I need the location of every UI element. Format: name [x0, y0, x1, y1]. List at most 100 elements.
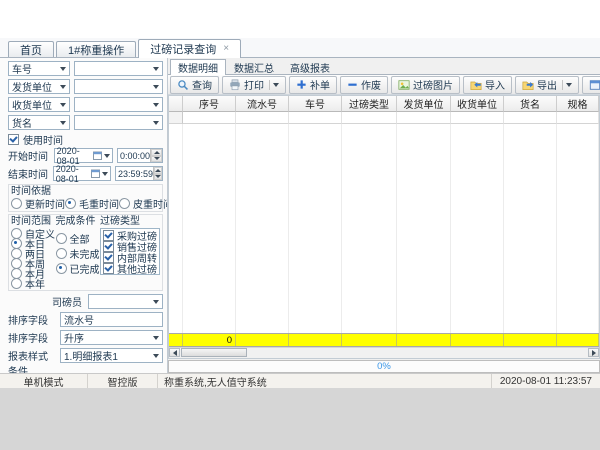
condition-section-title: 条件 — [8, 367, 163, 373]
receiver-field-selector[interactable]: 收货单位 — [8, 97, 70, 112]
vehicle-field-label: 车号 — [12, 61, 32, 76]
query-button[interactable]: 查询 — [170, 76, 219, 94]
app-frame: 首页 1#称重操作 过磅记录查询 × 车号 — [0, 38, 600, 388]
tab-data-summary[interactable]: 数据汇总 — [226, 60, 282, 74]
end-time-value: 23:59:59 — [116, 169, 153, 179]
start-time-label: 开始时间 — [8, 148, 54, 163]
radio-gross-time[interactable]: 毛重时间 — [65, 196, 119, 211]
grid-body-area — [169, 124, 599, 333]
tab-home[interactable]: 首页 — [8, 41, 54, 57]
sort-order-label: 排序字段 — [8, 330, 60, 345]
column-header-serial[interactable]: 流水号 — [236, 96, 289, 112]
grid-summary-row: 0 — [169, 333, 599, 347]
column-header-weigh-type[interactable]: 过磅类型 — [342, 96, 397, 112]
spinner-buttons — [150, 149, 162, 162]
radio-tare-time[interactable]: 皮重时间 — [119, 196, 168, 211]
sort-order-row: 排序字段 升序 — [8, 330, 163, 345]
use-time-checkbox[interactable] — [8, 134, 19, 145]
horizontal-scrollbar[interactable] — [169, 347, 599, 358]
scrollbar-thumb[interactable] — [181, 348, 247, 357]
column-header-spec[interactable]: 规格 — [557, 96, 599, 112]
weighing-app-window: 首页 1#称重操作 过磅记录查询 × 车号 — [0, 0, 600, 450]
spin-down-button[interactable] — [151, 156, 162, 163]
shipper-value-combo[interactable] — [74, 79, 163, 94]
shipper-field-selector[interactable]: 发货单位 — [8, 79, 70, 94]
column-header-goods[interactable]: 货名 — [504, 96, 557, 112]
sort-field-input[interactable]: 流水号 — [60, 312, 163, 327]
column-header-seq[interactable]: 序号 — [183, 96, 236, 112]
sort-field-value: 流水号 — [64, 312, 94, 327]
import-button[interactable]: 导入 — [463, 76, 512, 94]
plus-icon — [296, 79, 307, 90]
void-button[interactable]: 作废 — [340, 76, 388, 94]
start-date-value: 2020-08-01 — [57, 146, 91, 166]
radio-completion-all[interactable]: 全部 — [56, 233, 101, 243]
export-button[interactable]: 导出 — [515, 76, 579, 94]
start-date-picker[interactable]: 2020-08-01 — [54, 148, 113, 163]
chevron-down-icon — [153, 85, 159, 89]
dropdown-arrow-icon[interactable] — [273, 83, 279, 87]
end-date-picker[interactable]: 2020-08-01 — [53, 166, 111, 181]
grid-empty-row[interactable] — [169, 112, 599, 124]
range-completion-type-group: 时间范围 自定义 本日 两日 — [8, 214, 163, 291]
print-button[interactable]: 打印 — [222, 76, 286, 94]
end-date-value: 2020-08-01 — [56, 164, 89, 184]
checkbox-checked-icon — [103, 252, 114, 263]
settings-button[interactable]: 设置 — [582, 76, 600, 94]
chevron-down-icon — [60, 103, 66, 107]
grid-header-row: 序号 流水号 车号 过磅类型 发货单位 收货单位 货名 规格 — [169, 96, 599, 112]
completion-title: 完成条件 — [56, 216, 101, 227]
tab-close-icon[interactable]: × — [223, 44, 229, 54]
goods-field-selector[interactable]: 货名 — [8, 115, 70, 130]
column-header-receiver[interactable]: 收货单位 — [451, 96, 504, 112]
vehicle-filter-row: 车号 — [8, 61, 163, 76]
tab-weigh-operation[interactable]: 1#称重操作 — [56, 41, 136, 57]
shipper-field-label: 发货单位 — [12, 79, 52, 94]
receiver-value-combo[interactable] — [74, 97, 163, 112]
radio-completion-finished[interactable]: 已完成 — [56, 263, 101, 273]
tab-data-detail[interactable]: 数据明细 — [170, 59, 226, 75]
import-icon — [470, 79, 482, 91]
weigher-combo[interactable] — [88, 294, 163, 309]
end-time-label: 结束时间 — [8, 166, 53, 181]
radio-update-time[interactable]: 更新时间 — [11, 196, 65, 211]
statusbar-mode: 单机模式 — [0, 374, 88, 388]
chevron-down-icon — [153, 300, 159, 304]
goods-value-combo[interactable] — [74, 115, 163, 130]
report-style-combo[interactable]: 1.明细报表1 — [60, 348, 163, 363]
weigh-type-title: 过磅类型 — [100, 216, 160, 227]
vehicle-field-selector[interactable]: 车号 — [8, 61, 70, 76]
tab-weigh-record-query-label: 过磅记录查询 — [150, 41, 216, 57]
printer-icon — [229, 79, 241, 91]
radio-selected-icon — [11, 238, 22, 249]
supplement-order-button[interactable]: 补单 — [289, 76, 337, 94]
start-time-value: 0:00:00 — [118, 151, 150, 161]
statusbar-system-name: 称重系统,无人值守系统 — [158, 374, 492, 388]
weigher-label: 司磅员 — [52, 294, 88, 309]
weigh-type-box: 采购过磅 销售过磅 内部周转 — [100, 228, 160, 275]
calendar-icon — [91, 169, 100, 178]
scroll-left-button[interactable] — [169, 348, 180, 357]
checkbox-other-weigh[interactable]: 其他过磅 — [103, 263, 157, 273]
scroll-right-button[interactable] — [588, 348, 599, 357]
minus-icon — [347, 79, 358, 90]
radio-range-year[interactable]: 本年 — [11, 278, 56, 288]
dropdown-arrow-icon[interactable] — [566, 83, 572, 87]
main-tabbar: 首页 1#称重操作 过磅记录查询 × — [0, 38, 600, 58]
export-icon — [522, 79, 534, 91]
radio-completion-unfinished[interactable]: 未完成 — [56, 248, 101, 258]
checkbox-checked-icon — [103, 241, 114, 252]
column-header-shipper[interactable]: 发货单位 — [397, 96, 451, 112]
start-time-spinner[interactable]: 0:00:00 — [117, 148, 163, 163]
data-toolbar: 查询 打印 — [168, 75, 600, 95]
use-time-row: 使用时间 — [8, 133, 163, 145]
sort-order-combo[interactable]: 升序 — [60, 330, 163, 345]
tab-weigh-record-query[interactable]: 过磅记录查询 × — [138, 39, 241, 58]
vehicle-value-combo[interactable] — [74, 61, 163, 76]
spin-down-button[interactable] — [154, 174, 162, 181]
report-style-row: 报表样式 1.明细报表1 — [8, 348, 163, 363]
end-time-spinner[interactable]: 23:59:59 — [115, 166, 163, 181]
column-header-vehicle[interactable]: 车号 — [289, 96, 342, 112]
weigh-images-button[interactable]: 过磅图片 — [391, 76, 460, 94]
tab-advanced-report[interactable]: 高级报表 — [282, 60, 338, 74]
